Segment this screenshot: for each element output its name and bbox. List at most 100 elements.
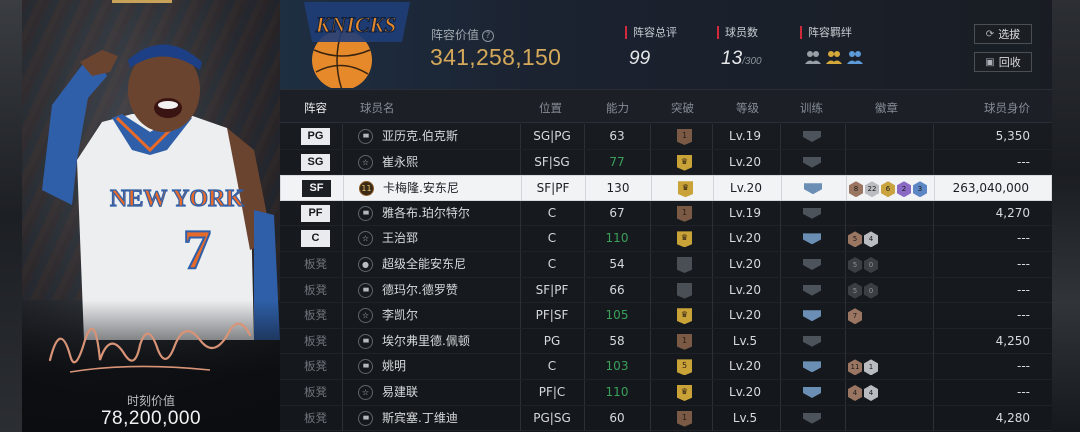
breakthrough-icon[interactable]: 1 xyxy=(677,333,692,350)
badge-list[interactable]: 44 xyxy=(848,385,878,401)
table-row[interactable]: 板凳 ▮▮▮ 德玛尔.德罗赞 SF|PF 66 Lv.20 5 0 --- xyxy=(280,277,1052,304)
player-count-label: 球员数 xyxy=(717,26,762,39)
training-icon[interactable] xyxy=(803,361,821,373)
breakthrough-icon[interactable]: 1 xyxy=(677,129,692,145)
player-value: --- xyxy=(1017,154,1030,169)
header-breakthrough[interactable]: 突破 xyxy=(671,100,694,116)
column-divider xyxy=(933,405,934,431)
player-name[interactable]: 崔永熙 xyxy=(382,150,418,175)
player-position: C xyxy=(547,257,557,271)
player-name[interactable]: 埃尔弗里德.佩顿 xyxy=(382,329,470,354)
breakthrough-icon[interactable]: 1 xyxy=(677,410,692,427)
breakthrough-icon[interactable]: 5 xyxy=(677,359,692,376)
header-player-value[interactable]: 球员身价 xyxy=(984,100,1030,116)
lineup-value: 341,258,150 xyxy=(430,44,562,70)
breakthrough-icon[interactable]: ♛ xyxy=(677,308,692,325)
badge-list[interactable]: 8 22 6 2 3 xyxy=(849,181,927,198)
column-divider xyxy=(780,354,781,380)
training-icon[interactable] xyxy=(803,207,821,219)
player-count-stat: 球员数 13/300 xyxy=(717,26,762,70)
team-logo-text: KNICKS xyxy=(315,12,397,37)
header-ability[interactable]: 能力 xyxy=(606,100,629,116)
column-divider xyxy=(845,277,846,303)
level-value: Lv.20 xyxy=(729,257,761,271)
player-card[interactable]: NEW YORK 7 时刻价值 78,200,000 xyxy=(22,0,280,432)
badge-icon: 8 xyxy=(849,181,863,198)
ability-value: 103 xyxy=(605,359,629,374)
badge-list[interactable]: 7 xyxy=(848,308,862,325)
player-value: 5,350 xyxy=(995,129,1030,143)
table-row[interactable]: SG ☆ 崔永熙 SF|SG 77 ♛ Lv.20 --- xyxy=(280,149,1052,176)
breakthrough-icon[interactable]: ♛ xyxy=(678,181,693,198)
stats-icon: ▮▮▮ xyxy=(358,282,373,298)
table-row[interactable]: 板凳 ● 超级全能安东尼 C 54 Lv.20 5 0 --- xyxy=(280,252,1052,278)
column-divider xyxy=(342,149,343,175)
player-name[interactable]: 雅各布.珀尔特尔 xyxy=(382,201,470,226)
table-row[interactable]: PF ▮▮▮ 雅各布.珀尔特尔 C 67 1 Lv.19 4,270 xyxy=(280,200,1052,227)
stats-icon: ▮▮▮ xyxy=(358,333,373,349)
breakthrough-icon[interactable]: 1 xyxy=(677,205,692,222)
badge-list[interactable]: 50 xyxy=(848,282,878,299)
table-row[interactable]: PG ▮▮▮ 亚历克.伯克斯 SG|PG 63 1 Lv.19 5,350 xyxy=(280,124,1052,150)
info-icon[interactable]: ? xyxy=(482,30,495,42)
table-row[interactable]: 板凳 ☆ 李凯尔 PF|SF 105 ♛ Lv.20 7 --- xyxy=(280,303,1052,329)
level-value: Lv.20 xyxy=(729,282,761,297)
header-badges[interactable]: 徽章 xyxy=(875,100,898,116)
training-icon[interactable] xyxy=(803,131,821,142)
overall-rating-stat: 阵容总评 99 xyxy=(625,26,677,70)
player-name[interactable]: 姚明 xyxy=(382,354,406,379)
lineup-bond-stat[interactable]: 阵容羁绊 xyxy=(800,26,864,65)
header-player-name[interactable]: 球员名 xyxy=(360,100,395,116)
column-divider xyxy=(343,176,344,202)
ability-value: 58 xyxy=(609,333,625,348)
breakthrough-icon[interactable] xyxy=(677,282,692,299)
player-name[interactable]: 德玛尔.德罗赞 xyxy=(382,278,458,303)
breakthrough-icon[interactable]: ♛ xyxy=(677,231,692,248)
column-divider xyxy=(933,328,934,354)
training-icon[interactable] xyxy=(804,183,822,195)
badge-list[interactable]: 54 xyxy=(848,231,878,248)
badge-list[interactable]: 50 xyxy=(848,257,878,273)
breakthrough-icon[interactable]: ♛ xyxy=(677,385,692,401)
badge-list[interactable]: 11 1 xyxy=(848,359,878,376)
header-training[interactable]: 训练 xyxy=(800,100,823,116)
player-name[interactable]: 卡梅隆.安东尼 xyxy=(383,176,459,201)
player-name[interactable]: 超级全能安东尼 xyxy=(382,252,466,277)
recycle-button[interactable]: ▣ 回收 xyxy=(974,52,1032,72)
player-name[interactable]: 王治郅 xyxy=(382,226,418,251)
overall-rating-value: 99 xyxy=(629,48,651,69)
column-divider xyxy=(342,226,343,252)
bond-icons[interactable] xyxy=(804,49,864,65)
player-name[interactable]: 易建联 xyxy=(382,380,418,405)
star-icon: ☆ xyxy=(358,385,373,400)
player-name[interactable]: 李凯尔 xyxy=(382,303,418,328)
training-icon[interactable] xyxy=(803,335,821,347)
badge-icon: 7 xyxy=(848,308,862,325)
select-button[interactable]: ⟳ 选拔 xyxy=(974,24,1032,44)
stats-icon: ▮▮▮ xyxy=(358,410,373,426)
breakthrough-icon[interactable] xyxy=(677,257,692,273)
training-icon[interactable] xyxy=(803,233,821,245)
player-name[interactable]: 亚历克.伯克斯 xyxy=(382,124,458,149)
training-icon[interactable] xyxy=(803,387,821,398)
table-row[interactable]: 板凳 ▮▮▮ 斯宾塞.丁维迪 PG|SG 60 1 Lv.5 4,280 xyxy=(280,405,1052,432)
training-icon[interactable] xyxy=(803,156,821,168)
training-icon[interactable] xyxy=(803,284,821,296)
training-icon[interactable] xyxy=(803,412,821,424)
badge-icon: 0 xyxy=(864,282,878,299)
column-divider xyxy=(934,176,935,202)
tier-icon: 11 xyxy=(359,181,374,197)
badge-icon: 11 xyxy=(848,359,862,376)
training-icon[interactable] xyxy=(803,259,821,270)
training-icon[interactable] xyxy=(803,310,821,322)
breakthrough-icon[interactable]: ♛ xyxy=(677,154,692,171)
player-name[interactable]: 斯宾塞.丁维迪 xyxy=(382,406,458,431)
header-position[interactable]: 位置 xyxy=(539,100,562,116)
table-row[interactable]: 板凳 ▮▮▮ 埃尔弗里德.佩顿 PG 58 1 Lv.5 4,250 xyxy=(280,328,1052,355)
table-row[interactable]: C ☆ 王治郅 C 110 ♛ Lv.20 5 4 --- xyxy=(280,226,1052,252)
header-level[interactable]: 等级 xyxy=(736,100,759,116)
table-row[interactable]: 板凳 ☆ 易建联 PF|C 110 ♛ Lv.20 4 4 --- xyxy=(280,380,1052,406)
table-row[interactable]: 板凳 ▮▮▮ 姚明 C 103 5 Lv.20 11 1 --- xyxy=(280,354,1052,380)
table-row[interactable]: SF 11 卡梅隆.安东尼 SF|PF 130 ♛ Lv.20 8 22 6 2 3 263,040,0… xyxy=(280,175,1052,202)
header-lineup[interactable]: 阵容 xyxy=(304,100,327,116)
